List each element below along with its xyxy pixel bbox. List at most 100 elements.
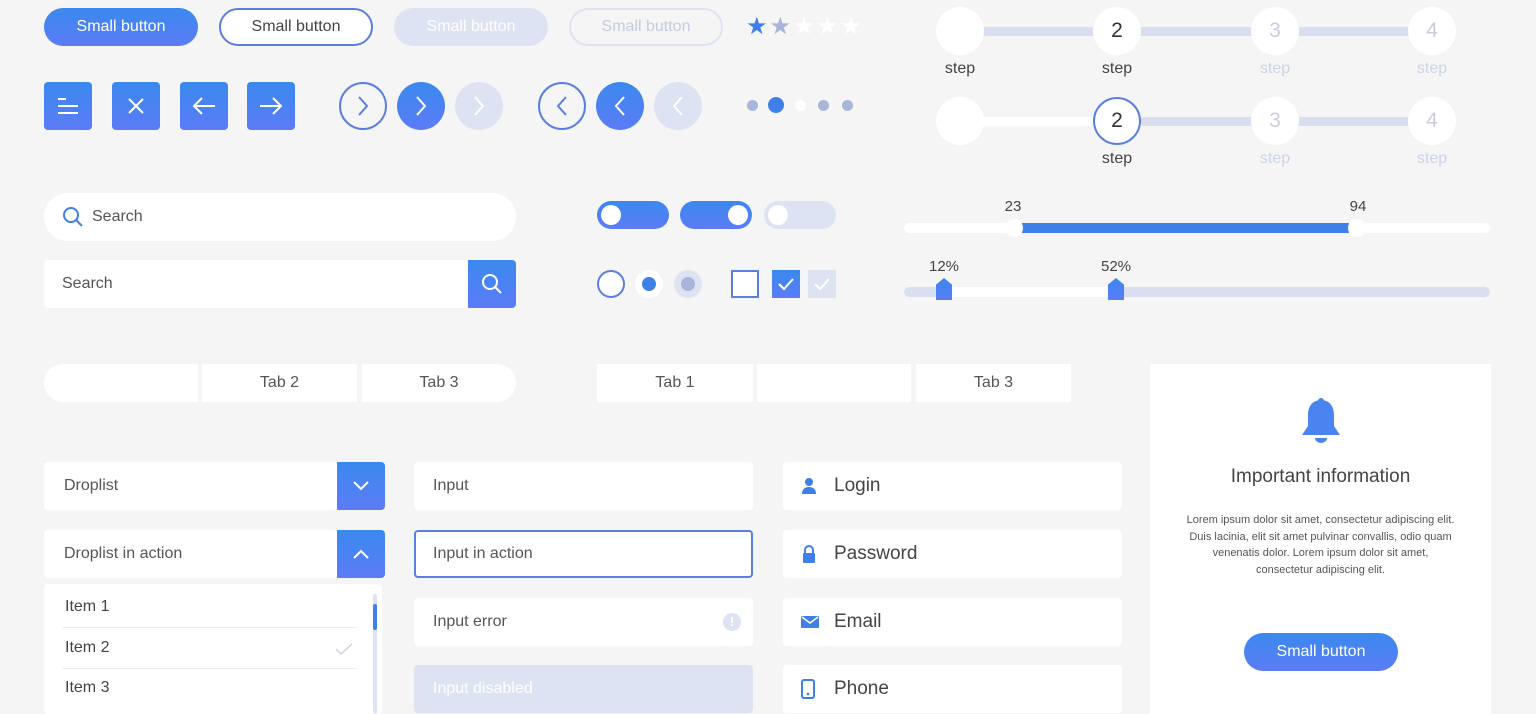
menu-button[interactable] [44, 82, 92, 130]
card-button[interactable]: Small button [1244, 633, 1398, 671]
star-icon[interactable]: ★ [793, 13, 817, 40]
next-disabled-button [455, 82, 503, 130]
star-icon[interactable]: ★ [817, 13, 841, 40]
chevron-right-icon [416, 96, 427, 116]
chevron-up-icon [353, 549, 369, 559]
search-placeholder: Search [92, 208, 143, 225]
slider-range [944, 287, 1116, 297]
star-icon[interactable]: ★ [840, 13, 864, 40]
step-3[interactable]: 3 [1251, 97, 1299, 145]
range-min-label: 23 [1004, 198, 1022, 215]
droplist-value: Droplist in action [64, 545, 183, 562]
chevron-left-icon [556, 96, 567, 116]
card-body: Lorem ipsum dolor sit amet, consectetur … [1186, 514, 1455, 576]
droplist-item[interactable]: Item 3 [65, 679, 109, 697]
text-input[interactable]: Input [414, 462, 753, 510]
droplist-toggle[interactable] [337, 462, 385, 510]
step-label: step [1101, 60, 1133, 77]
prev-button[interactable] [596, 82, 644, 130]
text-input-active[interactable]: Input in action [414, 530, 753, 578]
radio-unchecked[interactable] [597, 270, 625, 298]
star-icon[interactable]: ★ [746, 13, 770, 40]
step-4[interactable]: 4 [1408, 97, 1456, 145]
step-1-done[interactable] [936, 97, 984, 145]
range-slider-fill [1022, 223, 1349, 233]
pagination-dot[interactable] [747, 100, 758, 111]
tab-3[interactable]: Tab 3 [362, 364, 516, 402]
scrollbar-thumb[interactable] [373, 604, 377, 630]
pagination-dot[interactable] [795, 100, 806, 111]
password-input[interactable]: Password [783, 530, 1122, 578]
slider-a-label: 12% [928, 258, 960, 275]
scrollbar[interactable] [373, 594, 377, 714]
search-icon [482, 274, 502, 294]
disabled-outline-button: Small button [569, 8, 723, 46]
checkbox-checked[interactable] [772, 270, 800, 298]
search-button[interactable] [468, 260, 516, 308]
star-icon[interactable]: ★ [770, 13, 794, 40]
droplist-toggle[interactable] [337, 530, 385, 578]
pagination-dot[interactable] [842, 100, 853, 111]
prev-outline-button[interactable] [538, 82, 586, 130]
lock-icon [803, 545, 815, 563]
forward-button[interactable] [247, 82, 295, 130]
step-label: step [1101, 150, 1133, 167]
text-input-error[interactable]: Input error ! [414, 598, 753, 646]
phone-input[interactable]: Phone [783, 665, 1122, 713]
range-slider-thumb-max[interactable] [1348, 219, 1366, 237]
next-outline-button[interactable] [339, 82, 387, 130]
mail-icon [801, 616, 819, 628]
toggle-on[interactable] [680, 201, 752, 229]
tab-3[interactable]: Tab 3 [916, 364, 1071, 402]
tab-2[interactable]: Tab 2 [202, 364, 357, 402]
search-input[interactable]: Search [44, 260, 468, 308]
primary-button[interactable]: Small button [44, 8, 198, 46]
tab-1[interactable]: Tab 1 [44, 364, 198, 402]
toggle-on-left[interactable] [597, 201, 669, 229]
pagination-dot[interactable] [818, 100, 829, 111]
toggle-off[interactable] [764, 201, 836, 229]
radio-disabled [674, 270, 702, 298]
login-input[interactable]: Login [783, 462, 1122, 510]
email-input[interactable]: Email [783, 598, 1122, 646]
arrow-right-icon [260, 97, 283, 115]
outline-button[interactable]: Small button [219, 8, 373, 46]
back-button[interactable] [180, 82, 228, 130]
step-3[interactable]: 3 [1251, 7, 1299, 55]
input-value: Input in action [433, 545, 533, 562]
chevron-right-icon [474, 96, 485, 116]
radio-checked[interactable] [635, 270, 663, 298]
next-button[interactable] [397, 82, 445, 130]
prev-disabled-button [654, 82, 702, 130]
slider-thumb-b[interactable] [1108, 278, 1124, 300]
login-label: Login [834, 475, 881, 496]
checkbox-unchecked[interactable] [731, 270, 759, 298]
step-label: step [1259, 60, 1291, 77]
search-pill-input[interactable]: Search [44, 193, 516, 241]
range-slider-thumb-min[interactable] [1005, 219, 1023, 237]
check-icon [950, 114, 970, 129]
phone-icon [801, 679, 815, 699]
step-1[interactable]: 1 [936, 7, 984, 55]
tab-2[interactable]: Tab 2 [757, 364, 911, 402]
droplist-open[interactable]: Droplist in action [44, 530, 337, 578]
step-2[interactable]: 2 [1093, 97, 1141, 145]
tab-1[interactable]: Tab 1 [597, 364, 753, 402]
checkbox-disabled [808, 270, 836, 298]
slider-thumb-a[interactable] [936, 278, 952, 300]
chevron-left-icon [672, 96, 683, 116]
droplist[interactable]: Droplist [44, 462, 337, 510]
chevron-right-icon [358, 96, 369, 116]
droplist-item[interactable]: Item 1 [65, 598, 109, 616]
slider-b-label: 52% [1100, 258, 1132, 275]
step-label: step [1416, 60, 1448, 77]
phone-label: Phone [834, 678, 889, 699]
pagination-dot-active[interactable] [768, 97, 784, 113]
step-2[interactable]: 2 [1093, 7, 1141, 55]
star-rating[interactable]: ★★★★★ [746, 12, 864, 41]
step-4[interactable]: 4 [1408, 7, 1456, 55]
droplist-item-selected[interactable]: Item 2 [65, 639, 109, 657]
close-button[interactable] [112, 82, 160, 130]
search-placeholder: Search [62, 275, 113, 292]
password-label: Password [834, 543, 918, 564]
